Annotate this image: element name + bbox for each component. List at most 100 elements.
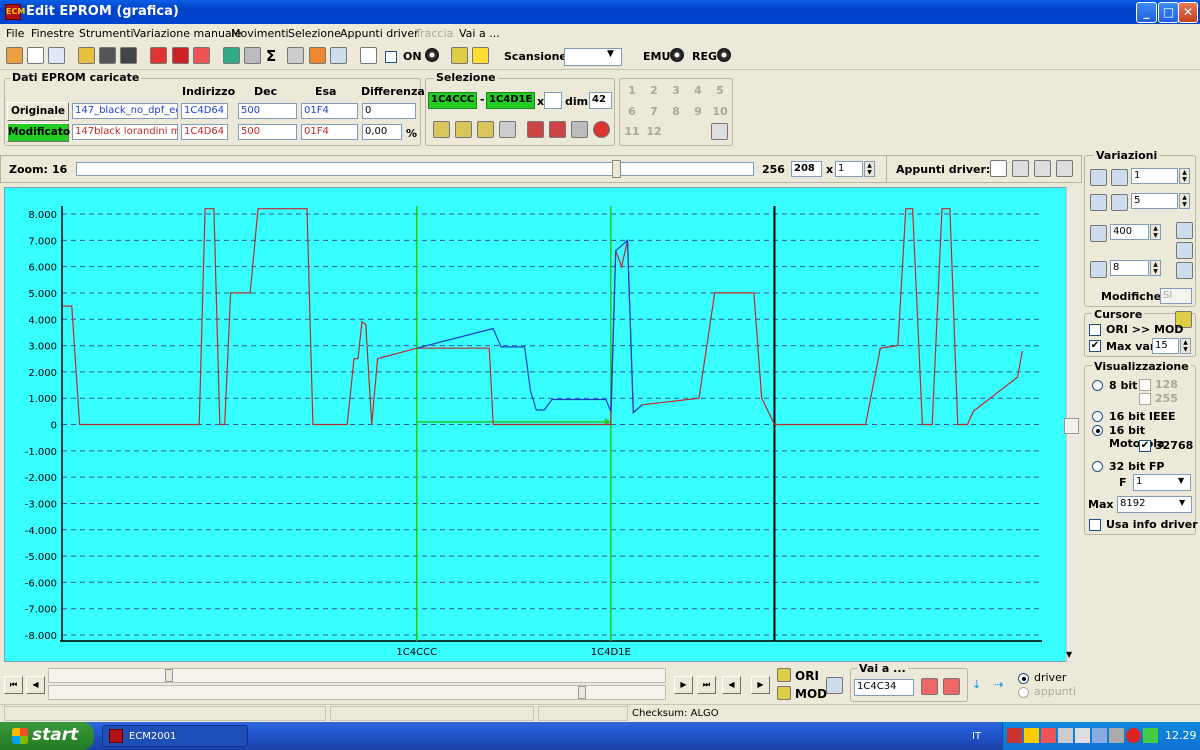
u-button-icon[interactable] bbox=[1176, 262, 1193, 279]
chevron-down-icon[interactable]: ▼ bbox=[607, 49, 614, 59]
open-folder-icon[interactable] bbox=[78, 47, 95, 64]
checksum-icon[interactable] bbox=[172, 47, 189, 64]
paste-selection-icon[interactable] bbox=[549, 121, 566, 138]
add-step2-icon[interactable] bbox=[1090, 194, 1107, 211]
tray-icon-5[interactable] bbox=[1075, 728, 1090, 743]
calculator-icon[interactable] bbox=[223, 47, 240, 64]
originale-button[interactable]: Originale bbox=[7, 102, 69, 121]
start-button[interactable]: start bbox=[0, 722, 94, 750]
appunti-copy-icon[interactable] bbox=[990, 160, 1007, 177]
menu-movimenti[interactable]: Movimenti bbox=[231, 27, 289, 40]
variazione-4-field[interactable]: 8 bbox=[1110, 260, 1149, 276]
menu-file[interactable]: File bbox=[6, 27, 24, 40]
radio-16bit-ieee[interactable] bbox=[1092, 411, 1103, 422]
zoom-value-field[interactable]: 208 bbox=[791, 161, 822, 177]
vaia-field[interactable]: 1C4C34 bbox=[854, 679, 914, 696]
sub-step-icon[interactable] bbox=[1111, 169, 1128, 186]
originale-esa-field[interactable]: 01F4 bbox=[301, 103, 358, 119]
last-page-button[interactable]: ⏭ bbox=[697, 676, 716, 694]
copy-selection-icon[interactable] bbox=[527, 121, 544, 138]
export-icon[interactable] bbox=[309, 47, 326, 64]
run-icon[interactable] bbox=[472, 47, 489, 64]
variazione-3-spinner[interactable]: ▲ ▼ bbox=[1150, 224, 1161, 240]
usa-info-checkbox[interactable] bbox=[1089, 519, 1101, 531]
dim-field[interactable]: 42 bbox=[589, 92, 612, 109]
zero-icon[interactable] bbox=[193, 47, 210, 64]
menu-strumenti[interactable]: Strumenti bbox=[79, 27, 134, 40]
scroll-track-2[interactable] bbox=[48, 685, 666, 700]
selection-end-field[interactable]: 1C4D1E bbox=[486, 92, 535, 109]
zoom-multiplier-field[interactable]: 1 bbox=[835, 161, 863, 177]
menu-appunti-driver[interactable]: Appunti driver bbox=[340, 27, 419, 40]
tray-icon-1[interactable] bbox=[1007, 728, 1022, 743]
mod-label[interactable]: MOD bbox=[795, 687, 827, 701]
ori-mod-checkbox[interactable] bbox=[1089, 324, 1101, 336]
menu-finestre[interactable]: Finestre bbox=[31, 27, 74, 40]
prev-diff-button[interactable]: ◀ bbox=[722, 676, 741, 694]
modificato-button[interactable]: Modificato bbox=[7, 123, 70, 142]
variazione-1-spinner[interactable]: ▲ ▼ bbox=[1179, 168, 1190, 184]
graph-icon[interactable] bbox=[330, 47, 347, 64]
vscroll-down-icon[interactable]: ▼ bbox=[1066, 650, 1072, 659]
select-end-icon[interactable] bbox=[477, 121, 494, 138]
originale-file-field[interactable]: 147_black_no_dpf_eg bbox=[72, 103, 178, 119]
chart-panel[interactable]: 8.000 7.000 6.000 5.000 4.000 3.000 2.000 1.000… bbox=[4, 187, 1067, 662]
maximize-button[interactable]: □ bbox=[1158, 2, 1179, 23]
variazione-2-spinner[interactable]: ▲ ▼ bbox=[1179, 193, 1190, 209]
menu-vai-a[interactable]: Vai a ... bbox=[459, 27, 500, 40]
chart-svg[interactable]: 8.000 7.000 6.000 5.000 4.000 3.000 2.000 1.000… bbox=[5, 188, 1066, 661]
maxvar-checkbox[interactable]: ✔ bbox=[1089, 340, 1101, 352]
scroll-track-1[interactable] bbox=[48, 668, 666, 683]
language-indicator[interactable]: IT bbox=[972, 731, 981, 742]
mark-left-icon[interactable]: ⇣ bbox=[972, 678, 990, 695]
prev-page-button[interactable]: ◀ bbox=[26, 676, 45, 694]
variazione-4-spinner[interactable]: ▲ ▼ bbox=[1150, 260, 1161, 276]
edit-icon[interactable] bbox=[244, 47, 261, 64]
ori-label[interactable]: ORI bbox=[795, 669, 819, 683]
add-step-icon[interactable] bbox=[1090, 169, 1107, 186]
memory-icon[interactable] bbox=[711, 123, 728, 140]
scroll-thumb-1[interactable] bbox=[165, 669, 173, 682]
save-icon[interactable] bbox=[99, 47, 116, 64]
originale-diff-field[interactable]: 0 bbox=[362, 103, 416, 119]
mark-right-icon[interactable]: ⇢ bbox=[994, 678, 1012, 695]
modificato-esa-field[interactable]: 01F4 bbox=[301, 124, 358, 140]
maxvar-spinner[interactable]: ▲ ▼ bbox=[1180, 338, 1191, 354]
home-icon[interactable] bbox=[6, 47, 23, 64]
maxvar-field[interactable]: 15 bbox=[1152, 338, 1179, 354]
max-chevron-down-icon[interactable]: ▼ bbox=[1179, 498, 1185, 507]
originale-dec-field[interactable]: 500 bbox=[238, 103, 297, 119]
sigma-icon[interactable]: Σ bbox=[266, 47, 276, 65]
m-button-icon[interactable] bbox=[1176, 222, 1193, 239]
scroll-thumb-2[interactable] bbox=[578, 686, 586, 699]
select-range-icon[interactable] bbox=[433, 121, 450, 138]
tray-icon-4[interactable] bbox=[1058, 728, 1073, 743]
tray-icon-7[interactable] bbox=[1109, 728, 1124, 743]
goto-start-icon[interactable] bbox=[921, 678, 938, 695]
minimize-button[interactable]: _ bbox=[1136, 2, 1157, 23]
lock-icon[interactable] bbox=[451, 47, 468, 64]
variazione-2-field[interactable]: 5 bbox=[1131, 193, 1178, 209]
ori-lock-icon[interactable] bbox=[777, 668, 791, 682]
zoom-spinner[interactable]: ▲ ▼ bbox=[864, 161, 875, 177]
percent-step-icon[interactable] bbox=[1090, 261, 1107, 278]
radio-8bit[interactable] bbox=[1092, 380, 1103, 391]
tray-icon-6[interactable] bbox=[1092, 728, 1107, 743]
f-chevron-down-icon[interactable]: ▼ bbox=[1178, 476, 1184, 485]
window-icon[interactable] bbox=[48, 47, 65, 64]
menu-variazione-manuale[interactable]: Variazione manuale bbox=[133, 27, 242, 40]
compare-icon[interactable] bbox=[826, 677, 843, 694]
checkbox-32768[interactable]: ✔ bbox=[1139, 440, 1151, 452]
tray-icon-2[interactable] bbox=[1024, 728, 1039, 743]
scale-icon[interactable] bbox=[1090, 225, 1107, 242]
print-icon[interactable] bbox=[287, 47, 304, 64]
chart-vscroll-thumb[interactable] bbox=[1064, 418, 1079, 434]
close-button[interactable]: ✕ bbox=[1178, 2, 1198, 23]
on-checkbox[interactable] bbox=[385, 51, 397, 63]
originale-indirizzo-field[interactable]: 1C4D64 bbox=[181, 103, 228, 119]
modificato-indirizzo-field[interactable]: 1C4D64 bbox=[181, 124, 228, 140]
tray-icon-3[interactable] bbox=[1041, 728, 1056, 743]
check-icon[interactable] bbox=[150, 47, 167, 64]
modificato-dec-field[interactable]: 500 bbox=[238, 124, 297, 140]
mod-lock-icon[interactable] bbox=[777, 686, 791, 700]
